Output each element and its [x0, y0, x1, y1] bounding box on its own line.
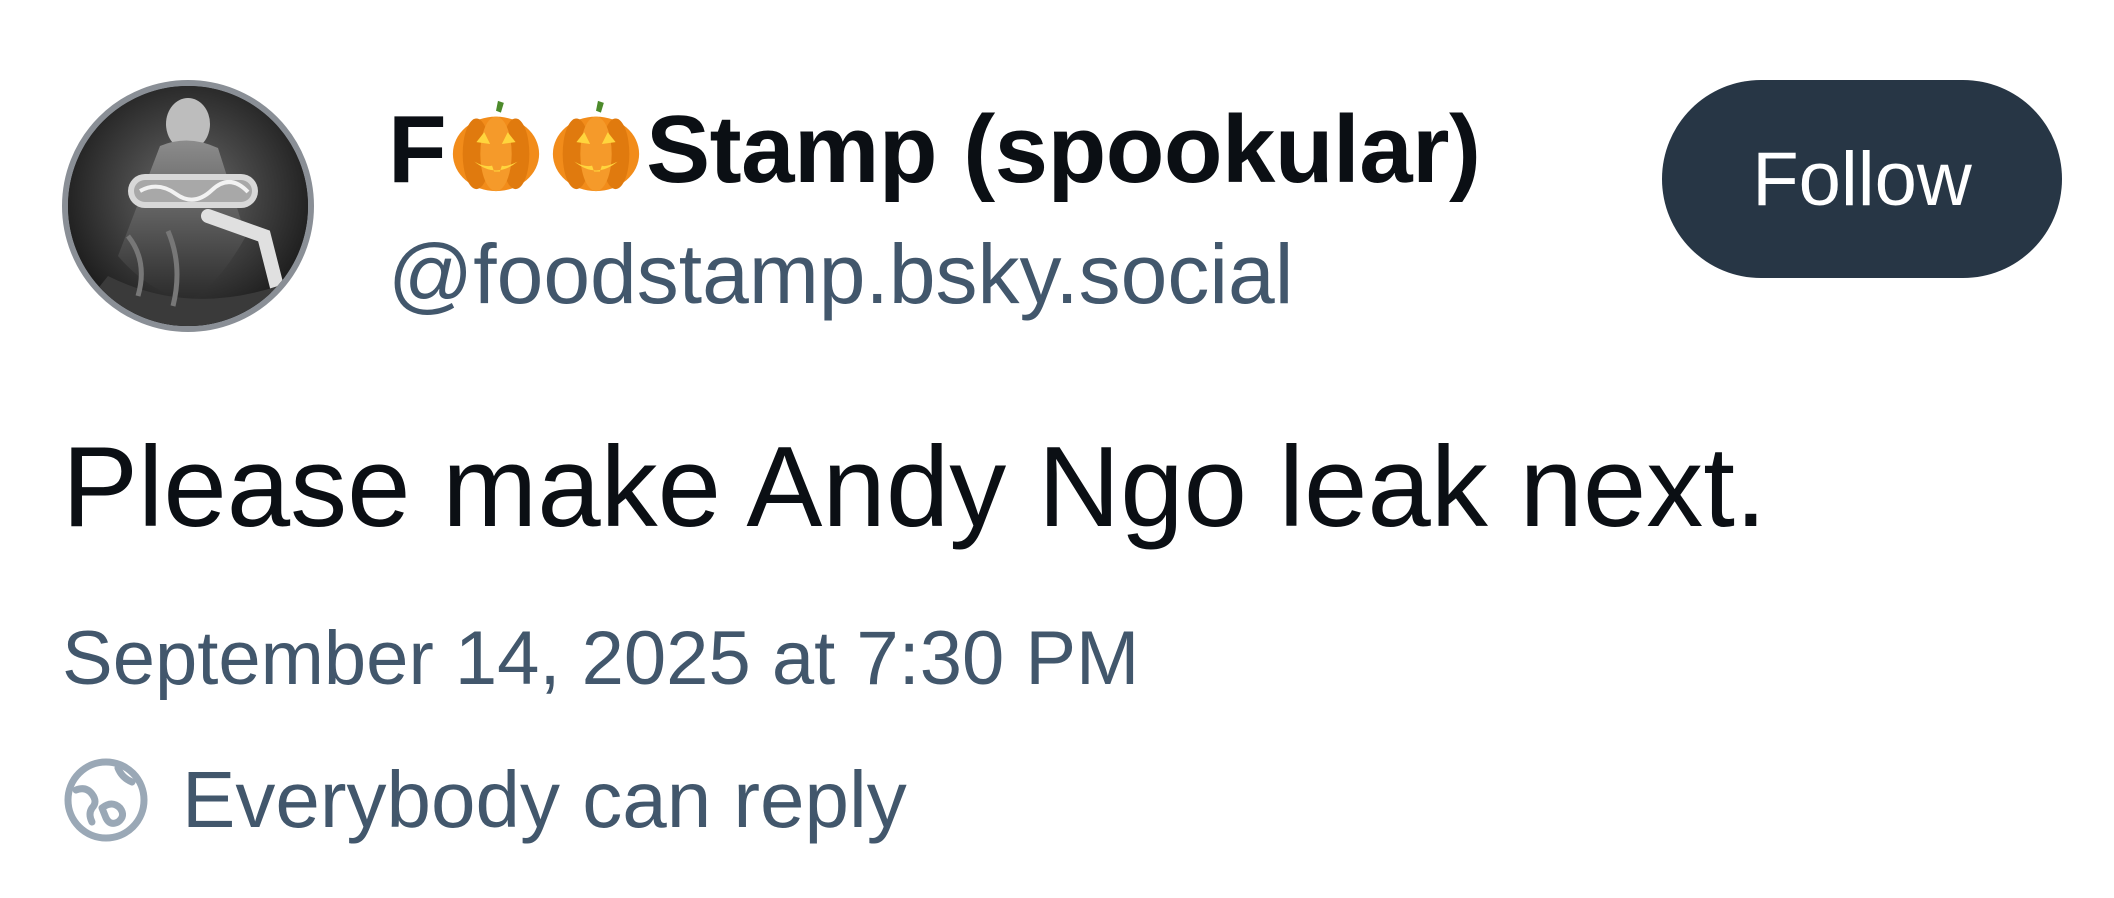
avatar-image [68, 86, 308, 326]
author-handle[interactable]: @foodstamp.bsky.social [388, 224, 1293, 324]
post-text: Please make Andy Ngo leak next. [62, 424, 1767, 551]
display-name-suffix: Stamp (spookular) [646, 96, 1481, 203]
reply-setting-label: Everybody can reply [182, 755, 907, 844]
globe-icon [62, 756, 150, 844]
pumpkin-icon [447, 96, 545, 196]
display-name[interactable]: F Stamp (spookular) [388, 92, 1481, 208]
avatar[interactable] [62, 80, 314, 332]
display-name-prefix: F [388, 96, 447, 203]
follow-button[interactable]: Follow [1662, 80, 2062, 278]
post-timestamp[interactable]: September 14, 2025 at 7:30 PM [62, 612, 1139, 706]
pumpkin-icon [547, 96, 645, 196]
reply-setting: Everybody can reply [62, 752, 907, 848]
